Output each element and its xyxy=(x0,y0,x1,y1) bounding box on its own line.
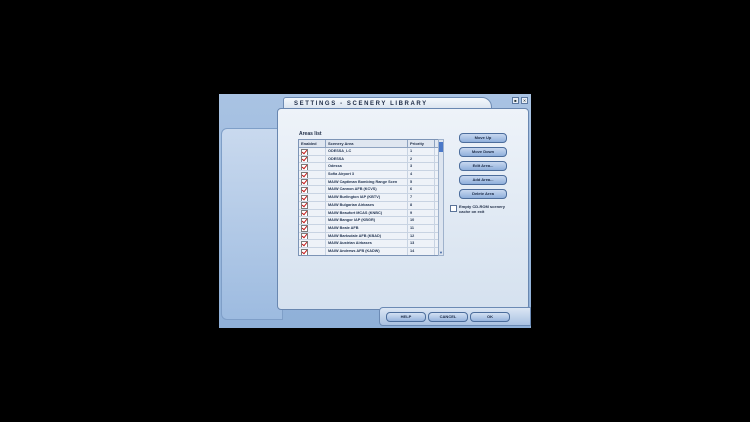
areas-list[interactable]: Enabled Scenery Area Priority ODESSA_LC 1… xyxy=(298,139,440,256)
priority-cell: 11 xyxy=(408,224,435,232)
list-row[interactable]: Odessa 3 xyxy=(299,163,439,172)
scenery-area-cell: ODESSA_LC xyxy=(326,148,408,155)
list-row[interactable]: ODESSA 2 xyxy=(299,155,439,164)
scrollbar-thumb[interactable] xyxy=(439,142,443,152)
priority-cell: 6 xyxy=(408,186,435,194)
column-header-priority[interactable]: Priority xyxy=(408,140,435,147)
list-row[interactable]: MAIW Beaufort MCAS (KNBC) 9 xyxy=(299,209,439,218)
background-panel xyxy=(221,128,283,320)
cancel-button[interactable]: CANCEL xyxy=(428,312,468,322)
scenery-area-cell: MAIW Austrian Airbases xyxy=(326,240,408,247)
scenery-area-cell: MAIW Andrews AFB (KADW) xyxy=(326,247,408,255)
enabled-cell xyxy=(299,163,326,171)
enabled-checkbox[interactable] xyxy=(301,163,308,171)
edit-area-button[interactable]: Edit Area... xyxy=(459,161,507,171)
priority-cell: 10 xyxy=(408,217,435,224)
move-up-button[interactable]: Move Up xyxy=(459,133,507,143)
ok-button[interactable]: OK xyxy=(470,312,510,322)
enabled-cell xyxy=(299,209,326,217)
priority-cell: 7 xyxy=(408,194,435,201)
window-controls: ■ ✕ xyxy=(512,97,528,104)
enabled-checkbox[interactable] xyxy=(301,187,308,194)
scenery-area-cell: MAIW Barksdale AFB (KBAD) xyxy=(326,232,408,240)
window-title: SETTINGS - SCENERY LIBRARY xyxy=(294,101,428,107)
scroll-down-icon[interactable]: ▼ xyxy=(439,251,443,255)
enabled-cell xyxy=(299,217,326,224)
priority-cell: 13 xyxy=(408,240,435,247)
cdrom-checkbox[interactable] xyxy=(450,205,457,212)
scenery-area-cell: MAIW Bulgarian Airbases xyxy=(326,201,408,209)
enabled-checkbox[interactable] xyxy=(301,240,308,247)
list-row[interactable]: MAIW Bangor IAP (KBGR) 10 xyxy=(299,217,439,225)
scenery-area-cell: MAIW Cannon AFB (KCVS) xyxy=(326,186,408,194)
enabled-checkbox[interactable] xyxy=(301,148,308,155)
list-header: Enabled Scenery Area Priority xyxy=(299,140,439,148)
enabled-cell xyxy=(299,232,326,240)
list-row[interactable]: MAIW Cannon AFB (KCVS) 6 xyxy=(299,186,439,195)
scenery-area-cell: Sofia Airport 3 xyxy=(326,171,408,178)
priority-cell: 3 xyxy=(408,163,435,171)
close-icon[interactable]: ✕ xyxy=(521,97,528,104)
cdrom-option[interactable]: Empty CD-ROM scenery cache on exit xyxy=(450,204,514,214)
priority-cell: 9 xyxy=(408,209,435,217)
enabled-cell xyxy=(299,224,326,232)
list-row[interactable]: MAIW Beale AFB 11 xyxy=(299,224,439,233)
priority-cell: 2 xyxy=(408,155,435,163)
enabled-cell xyxy=(299,240,326,247)
priority-cell: 4 xyxy=(408,171,435,178)
list-row[interactable]: MAIW Barksdale AFB (KBAD) 12 xyxy=(299,232,439,241)
delete-area-button[interactable]: Delete Area xyxy=(459,189,507,199)
priority-cell: 14 xyxy=(408,247,435,255)
list-row[interactable]: MAIW Bulgarian Airbases 8 xyxy=(299,201,439,210)
enabled-checkbox[interactable] xyxy=(301,171,308,178)
settings-window: SETTINGS - SCENERY LIBRARY ■ ✕ Areas lis… xyxy=(219,94,531,328)
priority-cell: 5 xyxy=(408,178,435,186)
enabled-checkbox[interactable] xyxy=(301,179,308,186)
areas-list-label: Areas list xyxy=(299,131,322,137)
enabled-cell xyxy=(299,186,326,194)
enabled-cell xyxy=(299,201,326,209)
list-row[interactable]: MAIW Andrews AFB (KADW) 14 xyxy=(299,247,439,255)
scenery-area-cell: MAIW Beale AFB xyxy=(326,224,408,232)
enabled-checkbox[interactable] xyxy=(301,248,308,255)
enabled-cell xyxy=(299,194,326,201)
list-row[interactable]: Sofia Airport 34 xyxy=(299,171,439,179)
enabled-cell xyxy=(299,171,326,178)
minimize-icon[interactable]: ■ xyxy=(512,97,519,104)
enabled-checkbox[interactable] xyxy=(301,156,308,163)
scenery-area-cell: Odessa xyxy=(326,163,408,171)
add-area-button[interactable]: Add Area... xyxy=(459,175,507,185)
scenery-area-cell: ODESSA xyxy=(326,155,408,163)
list-row[interactable]: MAIW Austrian Airbases 13 xyxy=(299,240,439,248)
enabled-checkbox[interactable] xyxy=(301,194,308,201)
bottom-bar: HELP CANCEL OK xyxy=(379,307,531,326)
main-panel: Areas list Enabled Scenery Area Priority… xyxy=(277,108,529,310)
enabled-checkbox[interactable] xyxy=(301,233,308,240)
scenery-area-cell: MAIW Burlington IAP (KBTV) xyxy=(326,194,408,201)
enabled-checkbox[interactable] xyxy=(301,210,308,217)
list-row[interactable]: ODESSA_LC 1 xyxy=(299,148,439,156)
list-row[interactable]: MAIW Captiman Bombing Range Scen 5 xyxy=(299,178,439,187)
enabled-cell xyxy=(299,148,326,155)
scenery-area-cell: MAIW Bangor IAP (KBGR) xyxy=(326,217,408,224)
move-down-button[interactable]: Move Down xyxy=(459,147,507,157)
enabled-cell xyxy=(299,155,326,163)
priority-cell: 8 xyxy=(408,201,435,209)
enabled-cell xyxy=(299,247,326,255)
help-button[interactable]: HELP xyxy=(386,312,426,322)
enabled-checkbox[interactable] xyxy=(301,225,308,232)
list-row[interactable]: MAIW Burlington IAP (KBTV) 7 xyxy=(299,194,439,202)
column-header-scenery-area[interactable]: Scenery Area xyxy=(326,140,408,147)
enabled-checkbox[interactable] xyxy=(301,202,308,209)
enabled-cell xyxy=(299,178,326,186)
scenery-area-cell: MAIW Beaufort MCAS (KNBC) xyxy=(326,209,408,217)
priority-cell: 1 xyxy=(408,148,435,155)
list-scrollbar[interactable]: ▼ xyxy=(438,139,444,256)
cdrom-label: Empty CD-ROM scenery cache on exit xyxy=(459,204,506,214)
column-header-enabled[interactable]: Enabled xyxy=(299,140,326,147)
scenery-area-cell: MAIW Captiman Bombing Range Scen xyxy=(326,178,408,186)
enabled-checkbox[interactable] xyxy=(301,217,308,224)
priority-cell: 12 xyxy=(408,232,435,240)
